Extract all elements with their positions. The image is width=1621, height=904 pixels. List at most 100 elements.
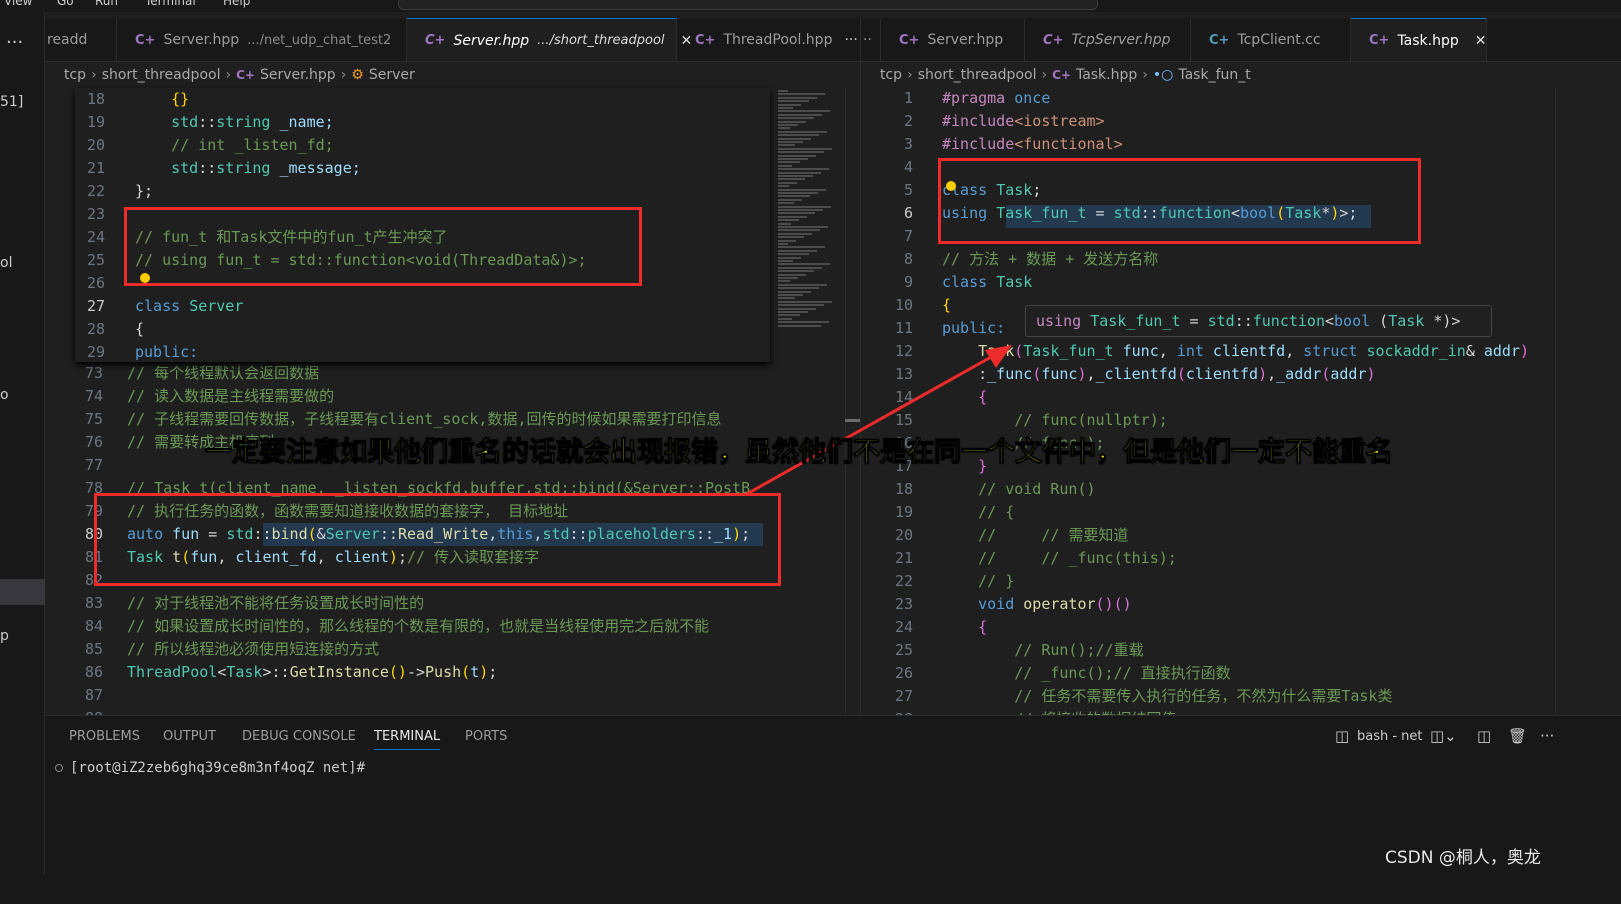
trash-icon[interactable]: 🗑 (1508, 727, 1527, 745)
code-token: function (1252, 312, 1325, 330)
minimap-line (778, 171, 821, 174)
tab-tcpserver-hpp[interactable]: C+ TcpServer.hpp (1025, 18, 1191, 61)
line-number: 21 (894, 549, 913, 567)
tab-debug-console[interactable]: DEBUG CONSOLE (242, 729, 356, 744)
terminal-output[interactable]: [root@iZ2zeb6ghq39ce8m3nf4oqZ net]# (55, 760, 365, 776)
tab-problems[interactable]: PROBLEMS (69, 729, 140, 744)
minimap[interactable] (1555, 88, 1621, 714)
code-token: <functional> (1014, 135, 1123, 153)
minimap-line (778, 130, 827, 133)
tab-server-hpp-threadpool[interactable]: C+ Server.hpp .../short_threadpool ✕ (407, 18, 692, 61)
minimap-line (778, 243, 788, 245)
breadcrumb-item[interactable]: tcp (880, 67, 902, 83)
cpp-file-icon: C+ (135, 32, 156, 48)
code-text: { (942, 294, 951, 317)
code-text: // int _listen_fd; (135, 134, 334, 157)
breadcrumb-item[interactable]: short_threadpool (918, 67, 1037, 83)
code-token: _name; (270, 113, 334, 131)
tab-ports[interactable]: PORTS (465, 729, 507, 744)
more-actions-icon[interactable]: ··· (1540, 727, 1554, 745)
menu-help[interactable]: Help (223, 0, 250, 8)
more-icon[interactable]: ··· (6, 32, 23, 53)
sidebar-fragment: p (0, 628, 9, 644)
command-center[interactable] (398, 0, 1098, 10)
code-token: #include (942, 112, 1015, 130)
menu-run[interactable]: Run (95, 0, 118, 8)
code-line: 87 (45, 684, 770, 707)
line-number: 26 (894, 664, 913, 682)
breadcrumb-item[interactable]: Task_fun_t (1178, 67, 1250, 83)
breadcrumb-item[interactable]: tcp (64, 67, 86, 83)
new-terminal-split-icon[interactable]: ◫⌄ (1430, 727, 1457, 745)
code-text: // { (942, 501, 1014, 524)
minimap-line (778, 90, 788, 92)
code-token: = (1180, 312, 1208, 330)
minimap-line (778, 229, 820, 232)
more-tabs-icon[interactable]: ··· (844, 32, 857, 48)
breadcrumb-item[interactable]: Server.hpp (260, 67, 336, 83)
cpp-file-icon: C+ (695, 32, 716, 48)
code-text: // 方法 + 数据 + 发送方名称 (942, 248, 1158, 271)
code-line: 74 // 读入数据是主线程需要做的 (45, 385, 770, 408)
vertical-scrollbar[interactable] (845, 88, 860, 714)
minimap-line (778, 219, 799, 222)
tab-readd[interactable]: readd (45, 18, 117, 61)
code-token: // 子线程需要回传数据，子线程要有client_sock,数据,回传的时候如果… (127, 410, 722, 428)
sidebar-selected-item[interactable] (0, 579, 45, 605)
menu-go[interactable]: Go (57, 0, 74, 8)
tab-terminal[interactable]: TERMINAL (374, 729, 441, 750)
line-number: 18 (86, 90, 105, 108)
code-text: }; (135, 180, 153, 203)
minimap[interactable] (770, 88, 845, 714)
tab-threadpool-hpp[interactable]: C+ ThreadPool.hpp ··· (677, 18, 860, 61)
code-text: // 将接收的数据结回传 (942, 708, 1176, 715)
code-token: _func (987, 365, 1033, 383)
code-token: addr (1483, 342, 1520, 360)
code-token: ( (1370, 312, 1389, 330)
code-token: >:: (262, 663, 290, 681)
minimap-line (778, 222, 791, 225)
tab-server-hpp[interactable]: C+ Server.hpp (881, 18, 1025, 61)
terminal-name[interactable]: bash - net (1357, 729, 1423, 744)
split-terminal-icon[interactable]: ◫ (1477, 727, 1491, 745)
code-line: 20 // // 需要知道 (861, 524, 1555, 547)
minimap-line (778, 134, 819, 137)
line-number: 19 (86, 113, 105, 131)
code-text: #include<iostream> (942, 110, 1105, 133)
close-tab-icon[interactable]: ✕ (1475, 33, 1487, 49)
breadcrumb-item[interactable]: Server (369, 67, 415, 83)
code-text: // Run();//重载 (942, 639, 1143, 662)
tab-task-hpp[interactable]: C+ Task.hpp ✕ (1351, 18, 1487, 61)
breadcrumb-item[interactable]: short_threadpool (102, 67, 221, 83)
menu-view[interactable]: View (4, 0, 32, 8)
line-number: 25 (894, 641, 913, 659)
code-token: // 读入数据是主线程需要做的 (127, 387, 335, 405)
menu-terminal[interactable]: Terminal (145, 0, 196, 8)
minimap-line (778, 307, 816, 310)
minimap-line (778, 314, 800, 317)
scrollbar-thumb[interactable] (845, 419, 860, 422)
code-token: *)> (1424, 312, 1461, 330)
lightbulb-icon[interactable] (946, 181, 956, 191)
chevron-right-icon: › (1142, 67, 1148, 83)
breadcrumb-item[interactable]: Task.hpp (1076, 67, 1137, 83)
minimap-line (778, 181, 797, 184)
code-token: class (942, 273, 997, 291)
code-text: { (942, 386, 987, 409)
more-icon[interactable]: ·· (861, 18, 881, 61)
line-number: 24 (894, 618, 913, 636)
tab-label: readd (47, 32, 88, 48)
tab-tcpclient-cc[interactable]: C+ TcpClient.cc (1191, 18, 1351, 61)
minimap-line (778, 188, 826, 191)
minimap-line (778, 270, 814, 273)
code-line: 18 // void Run() (861, 478, 1555, 501)
code-text: { (135, 318, 144, 341)
tab-output[interactable]: OUTPUT (163, 729, 216, 744)
code-text: std::string _message; (135, 157, 361, 180)
tab-server-hpp-udp[interactable]: C+ Server.hpp .../net_udp_chat_test2 (117, 18, 407, 61)
code-token: {} (171, 90, 190, 108)
lightbulb-icon[interactable] (140, 273, 150, 283)
line-number: 20 (86, 136, 105, 154)
code-token: // void Run() (942, 480, 1096, 498)
tab-label: Server.hpp (163, 32, 240, 48)
